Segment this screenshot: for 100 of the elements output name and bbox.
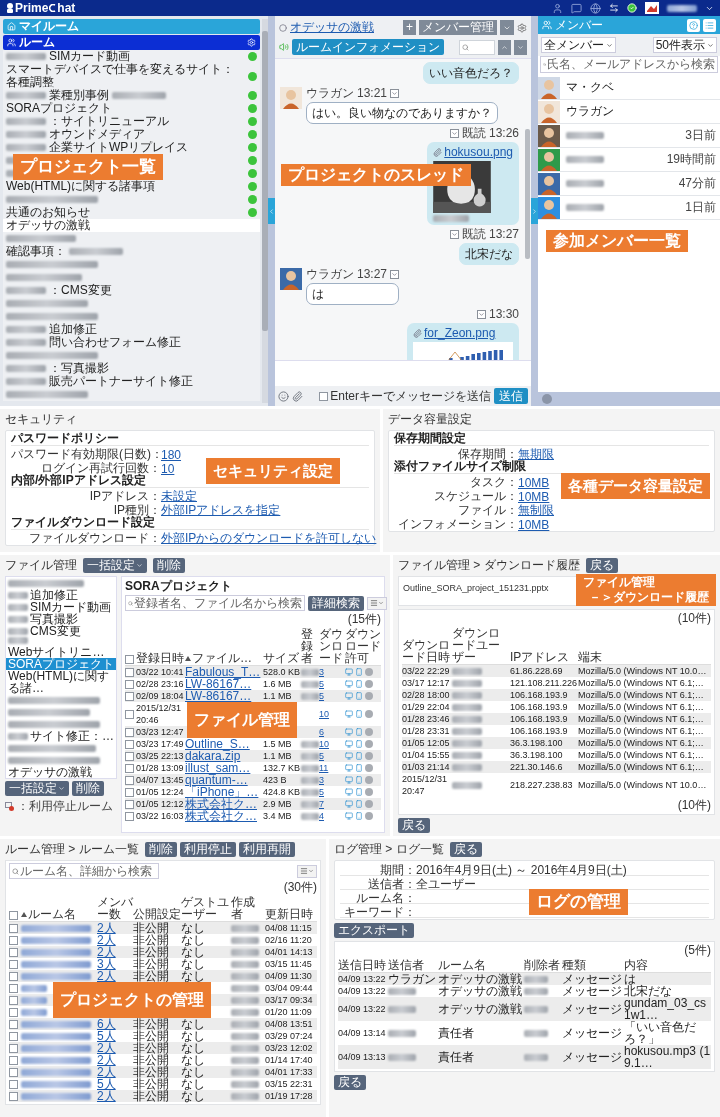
result-count: (5件) bbox=[683, 944, 711, 957]
column-header: 作成者 bbox=[231, 896, 256, 920]
table-cell: なし bbox=[181, 958, 205, 970]
table-cell: 01/14 17:40 bbox=[265, 1054, 313, 1066]
table-cell: 01/28 13:09 bbox=[136, 762, 184, 774]
table-cell: 04/09 11:30 bbox=[265, 970, 312, 982]
table-cell: 2.9 MB bbox=[263, 798, 292, 810]
result-count: (10件) bbox=[676, 612, 711, 625]
table-cell: 03/23 17:49 bbox=[136, 738, 184, 750]
setting-label: インフォメーション： bbox=[397, 516, 518, 533]
message-time: 13:27 bbox=[488, 228, 519, 241]
table-cell: 03/25 22:13 bbox=[136, 750, 184, 762]
table-cell: 非公開 bbox=[133, 970, 169, 982]
filter-label: 送信者： bbox=[367, 876, 416, 892]
filter-value: 2016年4月9日(土) ～ 2016年4月9日(土) bbox=[416, 862, 628, 878]
column-header: 更新日時 bbox=[265, 908, 314, 920]
table-cell: メッセージ bbox=[562, 973, 622, 985]
table-cell: 非公開 bbox=[133, 1078, 169, 1090]
table-cell: なし bbox=[181, 1042, 205, 1054]
message-bubble: いい音色だろ？ bbox=[423, 62, 519, 84]
callout-tooltip: プロジェクト一覧 bbox=[13, 154, 163, 180]
filter-value: 全ユーザー bbox=[416, 876, 477, 893]
column-header: 種類 bbox=[562, 959, 587, 971]
filter-label: キーワード： bbox=[343, 904, 416, 921]
table-cell: 責任者 bbox=[438, 1051, 474, 1063]
table-cell: 106.168.193.9 bbox=[510, 713, 568, 725]
table-cell: 03/17 09:34 bbox=[265, 994, 313, 1006]
table-cell: 36.3.198.100 bbox=[510, 749, 563, 761]
table-cell: Mozilla/5.0 (Windows NT 6.1;… bbox=[578, 725, 704, 737]
table-cell: 121.108.211.226 bbox=[510, 677, 577, 689]
panel-title: SORAプロジェクト bbox=[125, 579, 233, 593]
column-header: 削除者 bbox=[524, 959, 561, 971]
table-cell: メッセージ bbox=[562, 1051, 622, 1063]
table-cell: Mozilla/5.0 (Windows NT 6.1;… bbox=[578, 689, 704, 701]
column-header: 内容 bbox=[624, 959, 649, 971]
table-cell: なし bbox=[181, 1078, 205, 1090]
column-header: 端末 bbox=[578, 651, 603, 663]
section-title: ファイル管理 > ダウンロード履歴 bbox=[398, 558, 580, 573]
table-cell: 02/28 23:16 bbox=[136, 678, 184, 690]
table-cell: Mozilla/5.0 (Windows NT 6.1;… bbox=[578, 677, 704, 689]
table-cell: Mozilla/5.0 (Windows NT 6.1;… bbox=[578, 737, 704, 749]
table-cell: 36.3.198.100 bbox=[510, 737, 563, 749]
table-cell: 01/20 11:09 bbox=[265, 1006, 312, 1018]
table-cell: 01/05 12:12 bbox=[136, 798, 184, 810]
result-count: (30件) bbox=[282, 881, 317, 894]
table-cell: Mozilla/5.0 (Windows NT 10.0… bbox=[578, 665, 707, 677]
table-cell: 02/09 18:04 bbox=[136, 690, 184, 702]
setting-label: ファイルダウンロード： bbox=[28, 530, 161, 547]
table-cell: オデッサの激戦 bbox=[438, 1003, 522, 1015]
table-cell: 04/09 13:22 bbox=[338, 973, 386, 985]
group-title: 保存期間設定 bbox=[394, 432, 709, 446]
logo-text: hat bbox=[57, 1, 76, 15]
table-cell: 03/23 12:02 bbox=[265, 1042, 313, 1054]
table-cell: 1.5 MB bbox=[263, 738, 292, 750]
column-header: ダウンロードユーザー bbox=[452, 627, 501, 663]
table-cell: 01/04 15:55 bbox=[402, 749, 450, 761]
table-cell: 03/22 16:03 bbox=[136, 810, 184, 822]
result-count: (10件) bbox=[676, 799, 711, 812]
message-time: 13:26 bbox=[488, 127, 519, 140]
setting-label: IPアドレス： bbox=[88, 488, 161, 504]
rooms-title: ルーム bbox=[19, 34, 56, 51]
column-header: ゲストユーザー bbox=[181, 896, 230, 920]
callout-tooltip: プロジェクトのスレッド bbox=[281, 164, 471, 186]
group-title: ファイルダウンロード設定 bbox=[11, 516, 369, 530]
table-cell: 責任者 bbox=[438, 1027, 474, 1039]
table-cell: 106.168.193.9 bbox=[510, 701, 568, 713]
column-header: サイズ bbox=[263, 652, 300, 664]
setting-label: 保存期間： bbox=[457, 446, 518, 461]
setting-label: ログイン再試行回数： bbox=[41, 461, 161, 475]
table-cell: メッセージ bbox=[562, 1003, 622, 1015]
callout-tooltip: 各種データ容量設定 bbox=[561, 473, 710, 499]
read-status: 既読 bbox=[461, 127, 486, 140]
table-cell: 04/09 13:14 bbox=[338, 1027, 386, 1039]
table-cell: 3.4 MB bbox=[263, 810, 292, 822]
table-cell: メッセージ bbox=[562, 1027, 622, 1039]
table-cell: オデッサの激戦 bbox=[438, 973, 522, 985]
table-cell: なし bbox=[181, 1030, 205, 1042]
table-cell: 221.30.146.6 bbox=[510, 761, 563, 773]
table-cell: 北宋だな bbox=[624, 985, 672, 997]
table-cell: 01/28 23:31 bbox=[402, 725, 450, 737]
table-cell: なし bbox=[181, 1054, 205, 1066]
result-count: (15件) bbox=[346, 613, 381, 626]
table-cell: なし bbox=[181, 1018, 205, 1030]
section-title: セキュリティ bbox=[5, 412, 78, 427]
section-title: データ容量設定 bbox=[388, 412, 473, 427]
filter-label: 期間： bbox=[379, 862, 416, 878]
table-cell: 01/28 23:46 bbox=[402, 713, 450, 725]
table-cell: 04/09 13:13 bbox=[338, 1051, 386, 1063]
column-header: ルーム名 bbox=[438, 959, 487, 971]
table-cell: 04/01 17:33 bbox=[265, 1066, 313, 1078]
table-cell: 非公開 bbox=[133, 1042, 169, 1054]
setting-label: ファイル： bbox=[457, 502, 518, 519]
setting-label: タスク： bbox=[469, 474, 518, 491]
callout-tooltip: ログの管理 bbox=[529, 889, 628, 915]
column-header: ダウンロード許可 bbox=[345, 628, 381, 664]
message-time: 13:30 bbox=[488, 308, 519, 321]
table-cell: 1.1 MB bbox=[263, 690, 292, 702]
table-cell: 02/28 18:00 bbox=[402, 689, 450, 701]
table-cell: 非公開 bbox=[133, 946, 169, 958]
sender-name: ウラガン bbox=[306, 268, 354, 281]
